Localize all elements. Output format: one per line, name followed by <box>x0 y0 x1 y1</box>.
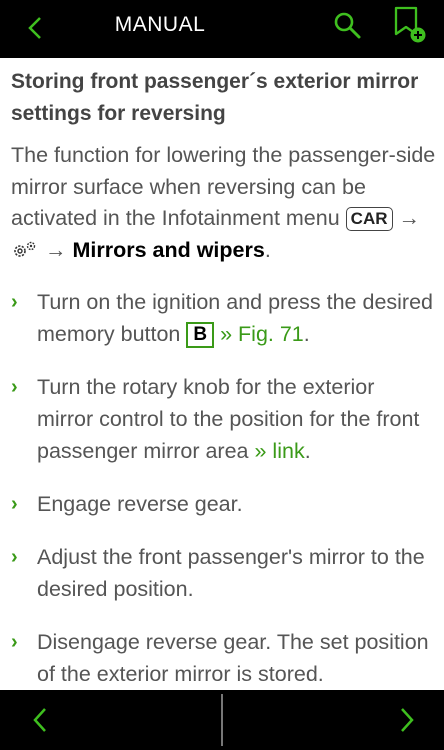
chevron-right-icon[interactable] <box>395 705 419 735</box>
settings-gear-icon <box>14 241 36 257</box>
reference-link[interactable]: » link <box>255 439 305 463</box>
top-bar: MANUAL <box>0 0 444 58</box>
bullet-chevron: › <box>11 546 18 568</box>
add-bookmark-icon[interactable] <box>389 4 429 46</box>
intro-paragraph: The function for lowering the passenger-… <box>11 140 436 266</box>
bullet-chevron: › <box>11 291 18 313</box>
figure-link[interactable]: » Fig. 71 <box>220 322 304 346</box>
steps-list: › Turn on the ignition and press the des… <box>11 286 436 690</box>
menu-arrow-2: → <box>44 237 67 262</box>
list-item: › Adjust the front passenger's mirror to… <box>11 541 436 605</box>
car-key-label: CAR <box>345 207 393 231</box>
search-icon[interactable] <box>330 8 364 42</box>
step-text: Disengage reverse gear. The set position… <box>37 630 429 686</box>
memory-button-b-label: B <box>186 322 215 348</box>
list-item: › Disengage reverse gear. The set positi… <box>11 626 436 690</box>
menu-arrow: → <box>398 206 421 230</box>
article-content: Storing front passenger´s exterior mirro… <box>11 58 436 711</box>
step-text: Turn the rotary knob for the exterior mi… <box>37 375 420 463</box>
bullet-chevron: › <box>11 631 18 653</box>
step-text: Adjust the front passenger's mirror to t… <box>37 545 425 601</box>
menu-item-mirrors-and-wipers: Mirrors and wipers <box>72 237 265 262</box>
page-title: MANUAL <box>114 13 206 36</box>
step-text: Engage reverse gear. <box>37 492 243 516</box>
bottom-navigation-bar <box>0 690 444 750</box>
list-item: › Turn on the ignition and press the des… <box>11 286 436 350</box>
list-item: › Turn the rotary knob for the exterior … <box>11 371 436 467</box>
intro-period: . <box>264 237 271 262</box>
step-period: . <box>304 439 311 463</box>
divider <box>221 694 223 746</box>
bullet-chevron: › <box>11 376 18 398</box>
section-heading: Storing front passenger´s exterior mirro… <box>11 70 419 125</box>
step-period: . <box>303 322 310 346</box>
list-item: › Engage reverse gear. <box>11 488 436 520</box>
bullet-chevron: › <box>11 493 18 515</box>
chevron-left-icon[interactable] <box>28 705 52 735</box>
